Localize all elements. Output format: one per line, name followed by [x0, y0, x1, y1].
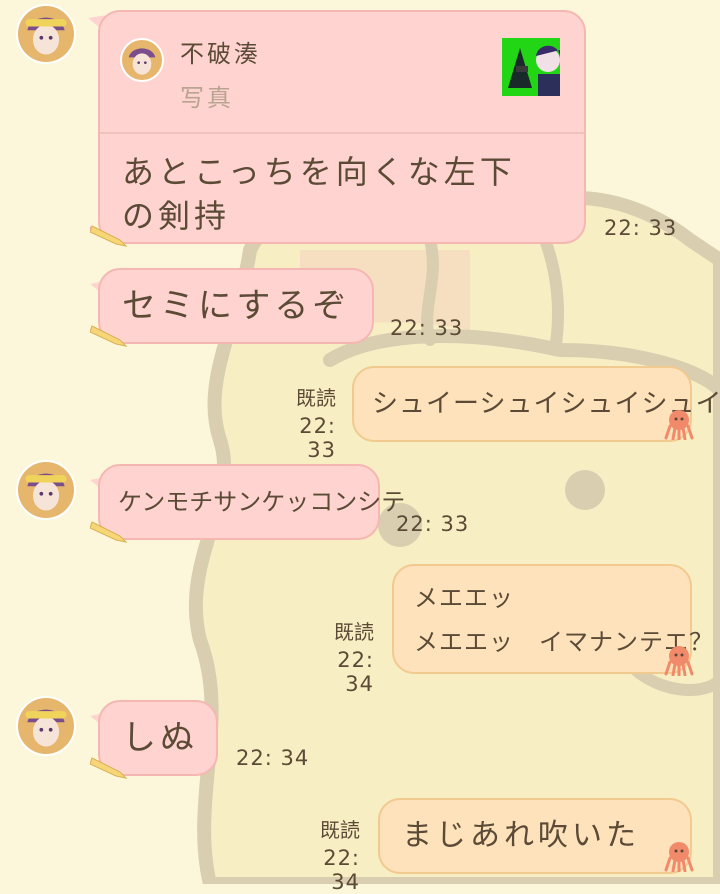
- read-receipt: 既読 22: 34: [310, 620, 374, 696]
- message-bubble[interactable]: メエエッ メエエッ イマナンテエ？: [392, 564, 713, 674]
- message-time: 22: 34: [337, 648, 374, 696]
- read-label: 既読: [296, 386, 336, 410]
- message-text: セミにするぞ: [122, 286, 351, 326]
- message-bubble[interactable]: セミにするぞ: [98, 268, 374, 344]
- avatar-icon[interactable]: [16, 460, 76, 520]
- read-label: 既読: [320, 818, 360, 842]
- octopus-icon: [664, 646, 694, 676]
- message-text: ケンモチサンケッコンシテ: [118, 488, 406, 516]
- message-bubble[interactable]: まじあれ吹いた: [378, 798, 692, 874]
- message-time: 22: 33: [299, 414, 336, 462]
- message-bubble[interactable]: ケンモチサンケッコンシテ: [98, 464, 405, 540]
- read-label: 既読: [334, 620, 374, 644]
- message-time: 22: 34: [323, 846, 360, 894]
- message-text: まじあれ吹いた: [402, 818, 640, 853]
- pencil-sticker-icon: [90, 757, 128, 779]
- message-text: しぬ: [122, 718, 198, 758]
- pencil-sticker-icon: [90, 521, 128, 543]
- octopus-icon: [664, 842, 694, 872]
- avatar-icon[interactable]: [16, 696, 76, 756]
- reply-type-label: 写真: [180, 84, 234, 112]
- message-time: 22: 33: [604, 216, 678, 240]
- octopus-icon: [664, 410, 694, 440]
- message-time: 22: 33: [396, 512, 470, 536]
- message-text: あとこっちを向くな左下 の剣持: [122, 153, 516, 235]
- reply-sender-name: 不破湊: [180, 40, 261, 68]
- message-time: 22: 33: [390, 316, 464, 340]
- message-time: 22: 34: [236, 746, 310, 770]
- read-receipt: 既読 22: 34: [296, 818, 360, 894]
- reply-preview[interactable]: 不破湊 写真: [100, 12, 584, 134]
- avatar-icon[interactable]: [16, 4, 76, 64]
- message-bubble[interactable]: シュイーシュイシュイシュイ…: [352, 366, 720, 442]
- pencil-sticker-icon: [90, 225, 128, 247]
- pencil-sticker-icon: [90, 325, 128, 347]
- reply-avatar-icon: [120, 38, 164, 82]
- read-receipt: 既読 22: 33: [272, 386, 336, 462]
- reply-photo-thumbnail[interactable]: [502, 38, 560, 96]
- message-bubble-reply[interactable]: 不破湊 写真 あとこっちを向くな左下 の剣持: [98, 10, 586, 244]
